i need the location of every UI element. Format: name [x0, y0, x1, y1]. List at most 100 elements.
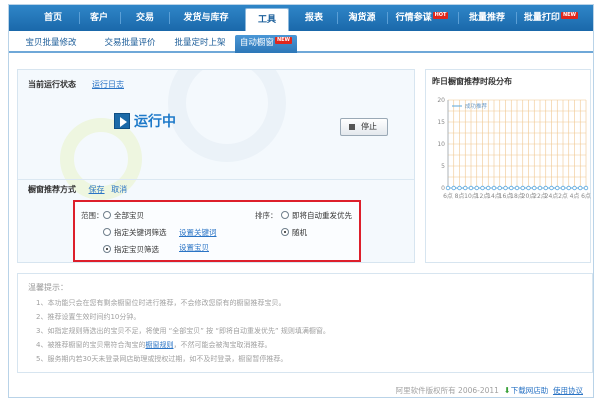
nav-tab-tools[interactable]: 工具	[245, 8, 289, 32]
data-point	[486, 185, 491, 191]
x-tick-label: 8点	[455, 192, 465, 200]
x-tick-label: 6点	[443, 192, 453, 200]
data-point	[537, 185, 543, 191]
chart-series	[445, 185, 589, 191]
y-tick-label: 5	[441, 163, 445, 170]
terms-link[interactable]: 使用协议	[553, 386, 583, 395]
tip-line: 4、被推荐橱窗的宝贝需符合淘宝的橱窗规则，不然可能会被淘宝取消推荐。	[36, 340, 271, 350]
data-point	[583, 185, 589, 191]
recommend-options-box: 范围： 全部宝贝 指定关键词筛选 设置关键词 指定宝贝筛选 设置宝贝 排序： 即…	[73, 200, 361, 262]
subtab-label: 宝贝批量修改	[25, 38, 77, 48]
nav-tab-shipping[interactable]: 发货与库存	[173, 5, 239, 31]
nav-tab-trade[interactable]: 交易	[123, 5, 167, 31]
copyright-text: 阿里软件版权所有 2006-2011	[395, 386, 499, 395]
x-tick-label: 4点	[570, 192, 580, 200]
nav-divider	[337, 12, 338, 24]
stop-button[interactable]: 停止	[340, 118, 388, 136]
tip-text: 5、服务期内若30天未登录网店助理或授权过期，如不及时登录，橱窗暂停推荐。	[36, 355, 288, 363]
tip-line: 2、推荐设置生效时间约10分钟。	[36, 312, 140, 322]
chart-y-axis: 0 5 10 15 20	[437, 97, 445, 192]
footer: 阿里软件版权所有 2006-2011 ⬇下载网店助 使用协议	[396, 385, 583, 396]
tip-text: ，不然可能会被淘宝取消推荐。	[173, 341, 272, 349]
subtab-batch-edit[interactable]: 宝贝批量修改	[19, 35, 83, 53]
nav-tab-label: 批量打印	[523, 13, 560, 23]
tip-text: 2、推荐设置生效时间约10分钟。	[36, 313, 141, 321]
y-tick-label: 0	[441, 185, 445, 192]
recommend-mode-label: 橱窗推荐方式	[28, 185, 76, 194]
tips-panel: 温馨提示： 1、本功能只会在您有剩余橱窗位时进行推荐，不会修改您原有的橱窗推荐宝…	[17, 273, 593, 373]
download-link[interactable]: 下载网店助	[511, 386, 549, 395]
radio-keyword-filter[interactable]	[103, 228, 111, 236]
subtab-label: 交易批量评价	[104, 38, 156, 48]
nav-tab-batch-recommend[interactable]: 批量推荐	[461, 5, 513, 31]
y-tick-label: 10	[437, 141, 445, 148]
data-point	[468, 185, 474, 191]
set-keyword-link[interactable]: 设置关键词	[179, 227, 217, 238]
option-random: 随机	[292, 228, 307, 237]
chart-panel: 昨日橱窗推荐时段分布 0 5 10 15 20 6点 8点 10点 12点 14点 16点 18点 2…	[425, 69, 591, 263]
nav-divider	[516, 12, 517, 24]
nav-tab-batch-print[interactable]: 批量打印 NEW	[519, 5, 583, 31]
nav-divider	[387, 12, 388, 24]
x-tick-label: 24点	[545, 192, 559, 200]
nav-tab-label: 淘货源	[348, 13, 376, 23]
nav-tab-reports[interactable]: 报表	[295, 5, 333, 31]
data-point	[514, 185, 520, 191]
subtab-label: 自动橱窗	[239, 38, 274, 48]
nav-tab-customer[interactable]: 客户	[81, 5, 117, 31]
legend-label: 成功推荐	[465, 102, 488, 110]
nav-tab-label: 工具	[257, 15, 276, 25]
radio-random[interactable]	[281, 228, 289, 236]
data-point	[532, 185, 537, 191]
data-point	[543, 185, 548, 191]
divider	[18, 179, 414, 180]
subtab-label: 批量定时上架	[174, 38, 226, 48]
chart-x-axis: 6点 8点 10点12点14点16点18点20点22点24点 2点 4点 6点	[443, 192, 591, 200]
data-point	[457, 185, 462, 191]
tip-text: 3、如指定规则筛选出的宝贝不足，将使用 “全部宝贝” 按 “即将自动重发优先” …	[36, 327, 330, 335]
nav-divider	[458, 12, 459, 24]
stop-icon	[349, 124, 355, 130]
recommend-mode-row: 橱窗推荐方式 保存 取消	[28, 184, 127, 195]
running-status: 运行中	[134, 114, 176, 130]
data-point	[560, 185, 566, 191]
nav-tab-sourcing[interactable]: 淘货源	[340, 5, 384, 31]
save-link[interactable]: 保存	[89, 185, 105, 194]
cancel-link[interactable]: 取消	[111, 185, 127, 194]
nav-tab-market[interactable]: 行情参谋 HOT	[390, 5, 454, 31]
nav-tab-label: 行情参谋	[395, 13, 432, 23]
tip-text: 1、本功能只会在您有剩余橱窗位时进行推荐，不会修改您原有的橱窗推荐宝贝。	[36, 299, 286, 307]
data-point	[578, 185, 583, 191]
radio-auto-relist-first[interactable]	[281, 211, 289, 219]
tip-text: 4、被推荐橱窗的宝贝需符合淘宝的	[36, 341, 146, 349]
y-tick-label: 15	[437, 119, 445, 126]
radio-item-filter[interactable]	[103, 245, 111, 253]
window-rules-link[interactable]: 橱窗规则	[145, 341, 173, 349]
tips-heading: 温馨提示：	[28, 283, 68, 292]
set-item-link[interactable]: 设置宝贝	[179, 242, 209, 253]
option-keyword-filter: 指定关键词筛选	[114, 228, 167, 237]
nav-tab-label: 批量推荐	[468, 13, 505, 23]
data-point	[526, 185, 531, 191]
radio-all-items[interactable]	[103, 211, 111, 219]
gear-decoration-icon	[168, 70, 286, 162]
tip-line: 3、如指定规则筛选出的宝贝不足，将使用 “全部宝贝” 按 “即将自动重发优先” …	[36, 326, 330, 336]
main-nav: 首页 客户 交易 发货与库存 工具 报表 淘货源 行情参谋 HOT 批量推荐 批量…	[9, 5, 593, 32]
sub-nav: 宝贝批量修改 交易批量评价 批量定时上架 自动橱窗 NEW	[9, 31, 593, 53]
data-point	[451, 185, 456, 191]
distribution-chart: 0 5 10 15 20 6点 8点 10点12点14点16点18点20点22点24点 2点 4…	[437, 97, 591, 200]
nav-tab-home[interactable]: 首页	[35, 5, 71, 31]
nav-tab-label: 发货与库存	[183, 13, 229, 23]
data-point	[503, 185, 508, 191]
data-point	[463, 185, 468, 191]
nav-divider	[169, 12, 170, 24]
run-log-link[interactable]: 运行日志	[92, 79, 124, 90]
nav-tab-label: 首页	[43, 13, 62, 23]
subtab-auto-window[interactable]: 自动橱窗 NEW	[235, 35, 297, 53]
subtab-batch-review[interactable]: 交易批量评价	[95, 35, 165, 53]
sort-label: 排序：	[255, 211, 278, 220]
nav-divider	[79, 12, 80, 24]
subtab-timed-listing[interactable]: 批量定时上架	[169, 35, 231, 53]
status-label: 当前运行状态	[28, 80, 76, 89]
data-point	[572, 185, 577, 191]
